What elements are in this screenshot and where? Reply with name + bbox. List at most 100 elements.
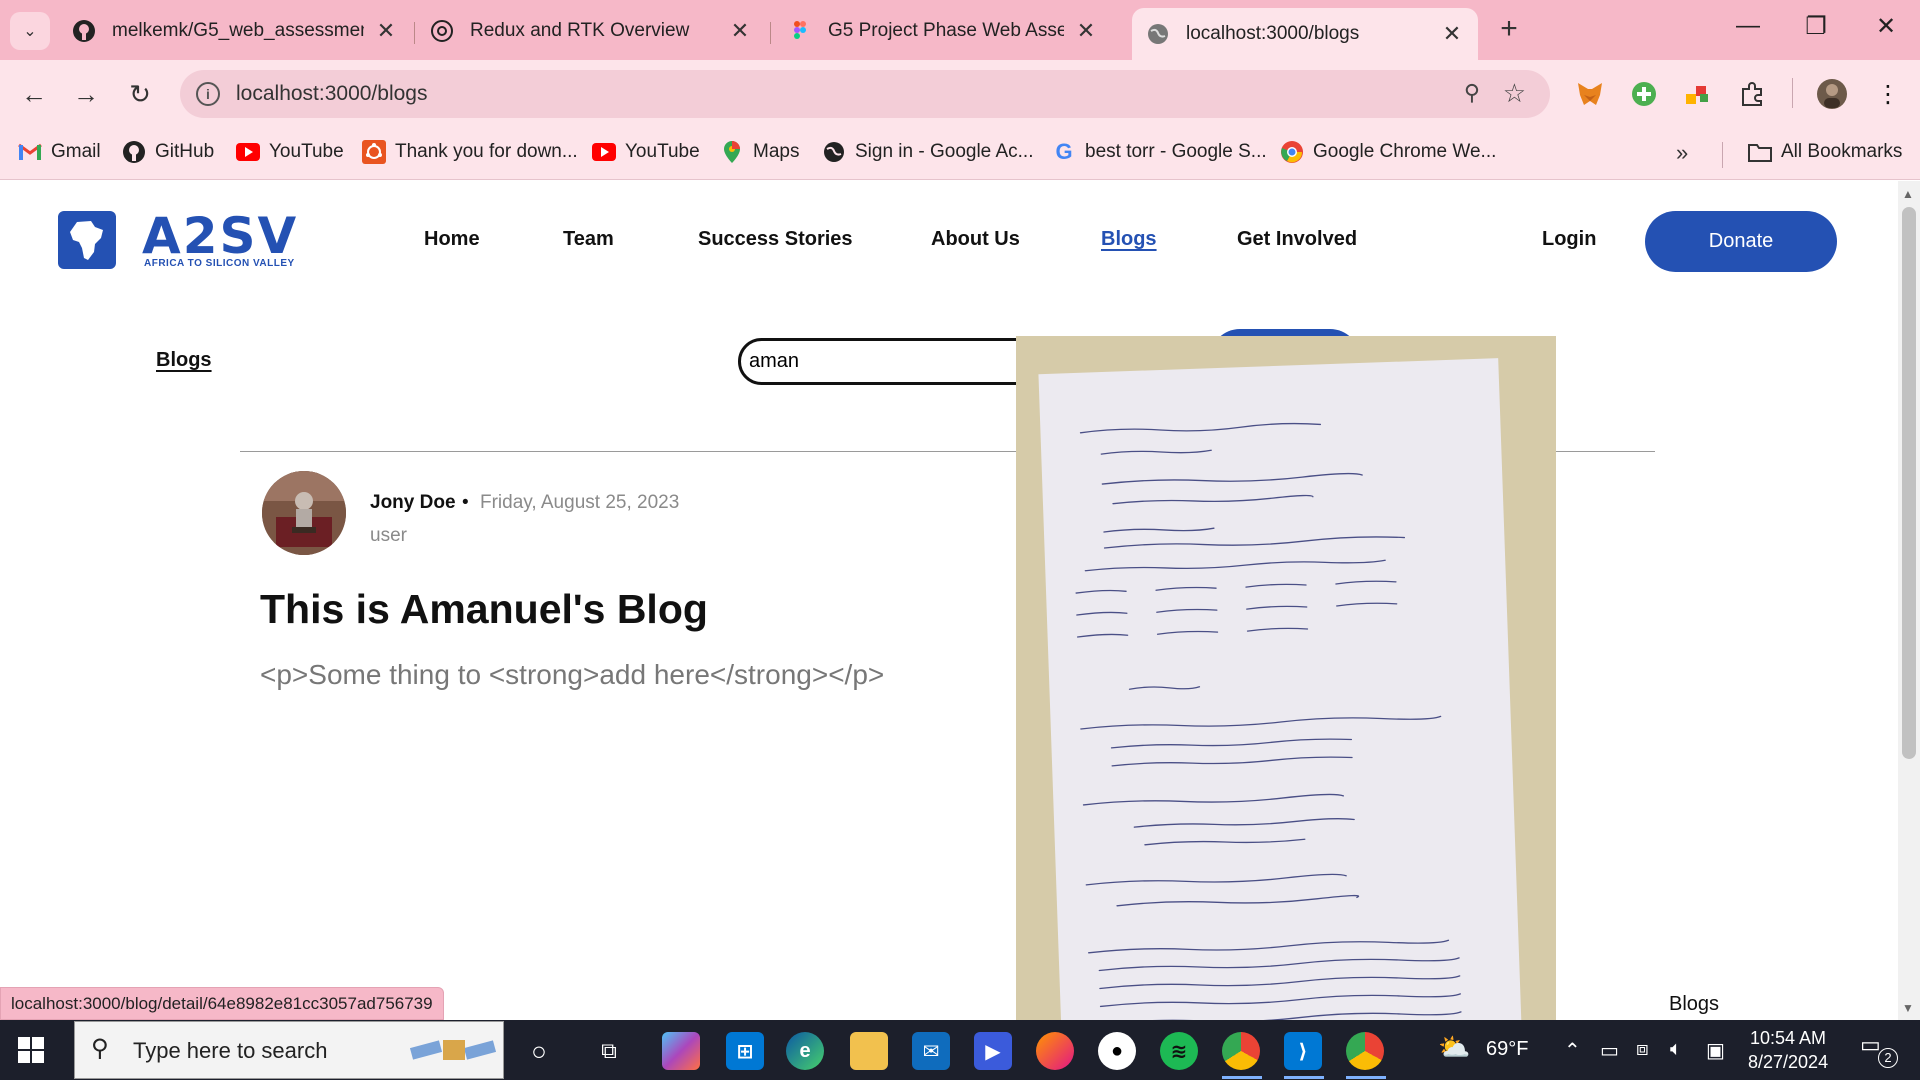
meet-now-icon[interactable]: ⧈ <box>1636 1038 1649 1061</box>
donate-button[interactable]: Donate <box>1645 211 1837 272</box>
copilot-icon[interactable] <box>662 1032 700 1070</box>
close-icon[interactable]: ✕ <box>374 18 398 44</box>
volume-icon[interactable]: 🔈︎ <box>1670 1038 1682 1061</box>
network-icon[interactable]: ▣ <box>1706 1038 1725 1063</box>
profile-avatar[interactable] <box>1814 76 1850 112</box>
nav-blogs[interactable]: Blogs <box>1101 228 1157 251</box>
back-icon[interactable]: ← <box>14 74 54 114</box>
mail-icon[interactable]: ✉ <box>912 1032 950 1070</box>
system-clock[interactable]: 10:54 AM 8/27/2024 <box>1748 1026 1828 1074</box>
github-desktop-icon[interactable]: ● <box>1098 1032 1136 1070</box>
nav-team[interactable]: Team <box>563 228 614 251</box>
notification-center-icon[interactable]: ▭ 2 <box>1860 1032 1898 1068</box>
close-icon[interactable]: ✕ <box>1074 18 1098 44</box>
bookmark-google-signin[interactable]: Sign in - Google Ac... <box>822 140 1034 164</box>
vscode-icon[interactable]: ⟩ <box>1284 1032 1322 1070</box>
taskbar-search-placeholder: Type here to search <box>133 1038 328 1063</box>
bookmark-gmail[interactable]: Gmail <box>18 140 101 164</box>
file-explorer-icon[interactable] <box>850 1032 888 1070</box>
cortana-icon[interactable]: ○ <box>520 1032 558 1070</box>
paper-sheet <box>1038 358 1522 1020</box>
address-bar[interactable]: i localhost:3000/blogs ⚲ ☆ <box>180 70 1550 118</box>
clock-time: 10:54 AM <box>1749 1028 1827 1048</box>
blogs-breadcrumb[interactable]: Blogs <box>156 349 212 372</box>
show-hidden-icons[interactable]: ⌃ <box>1564 1038 1581 1063</box>
bookmark-youtube[interactable]: YouTube <box>236 140 344 164</box>
tab-search-button[interactable]: ⌄ <box>10 12 50 50</box>
nav-about-us[interactable]: About Us <box>931 228 1020 251</box>
bookmark-github[interactable]: GitHub <box>122 140 214 164</box>
extension-plus-icon[interactable] <box>1626 76 1662 112</box>
close-window-icon[interactable]: ✕ <box>1866 12 1906 41</box>
chatgpt-icon <box>430 19 454 43</box>
chrome-profile-icon[interactable] <box>1346 1032 1384 1070</box>
forward-icon[interactable]: → <box>66 74 106 114</box>
address-url[interactable]: localhost:3000/blogs <box>236 82 427 106</box>
microsoft-store-icon[interactable]: ⊞ <box>726 1032 764 1070</box>
restore-icon[interactable]: ❐ <box>1796 12 1836 41</box>
metamask-icon[interactable] <box>1572 76 1608 112</box>
task-view-icon[interactable]: ⧉ <box>590 1032 628 1070</box>
scroll-up-icon[interactable]: ▲ <box>1902 187 1914 201</box>
more-bookmarks-button[interactable]: » <box>1676 140 1688 166</box>
bookmark-star-icon[interactable]: ☆ <box>1503 78 1526 109</box>
active-app-indicator <box>1346 1076 1386 1079</box>
login-link[interactable]: Login <box>1542 228 1596 251</box>
zoom-icon[interactable]: ⚲ <box>1464 80 1480 106</box>
tab-separator <box>414 22 415 44</box>
more-menu-icon[interactable]: ⋮ <box>1870 76 1906 112</box>
scrollbar-thumb[interactable] <box>1902 207 1916 759</box>
logo-africa-icon[interactable] <box>58 211 116 269</box>
figma-icon <box>788 19 812 43</box>
extensions-puzzle-icon[interactable] <box>1734 76 1770 112</box>
tab-localhost-blogs[interactable]: localhost:3000/blogs ✕ <box>1132 8 1478 60</box>
edge-icon[interactable]: e <box>786 1032 824 1070</box>
bookmark-maps[interactable]: Maps <box>720 140 799 164</box>
bookmark-chrome-web-store[interactable]: Google Chrome We... <box>1280 140 1496 164</box>
status-bar-url: localhost:3000/blog/detail/64e8982e81cc3… <box>0 987 444 1020</box>
youtube-icon <box>592 140 616 164</box>
tab-github[interactable]: melkemk/G5_web_assessment ✕ <box>58 8 412 54</box>
post-title[interactable]: This is Amanuel's Blog <box>260 586 708 633</box>
weather-temp[interactable]: 69°F <box>1486 1038 1528 1061</box>
page-scrollbar[interactable]: ▲ ▼ <box>1898 181 1920 1020</box>
tab-figma[interactable]: G5 Project Phase Web Assessme ✕ <box>774 8 1112 54</box>
scroll-down-icon[interactable]: ▼ <box>1902 1001 1914 1015</box>
bookmark-label: All Bookmarks <box>1781 141 1903 162</box>
windows-taskbar: ⚲ Type here to search ○ ⧉ ⊞ e ✉ ▶ ● ≋ ⟩ … <box>0 1020 1920 1080</box>
tab-separator <box>770 22 771 44</box>
firefox-icon[interactable] <box>1036 1032 1074 1070</box>
battery-icon[interactable]: ▭ <box>1600 1038 1619 1063</box>
tab-redux[interactable]: Redux and RTK Overview ✕ <box>416 8 766 54</box>
bookmark-youtube-2[interactable]: YouTube <box>592 140 700 164</box>
globe-icon <box>1146 22 1170 46</box>
bookmark-label: Gmail <box>51 141 101 162</box>
nav-success-stories[interactable]: Success Stories <box>698 228 853 251</box>
satellite-icon <box>409 1040 497 1060</box>
close-icon[interactable]: ✕ <box>728 18 752 44</box>
new-tab-button[interactable]: + <box>1494 12 1524 46</box>
logo-text[interactable]: A2SV <box>142 207 298 265</box>
chrome-icon[interactable] <box>1222 1032 1260 1070</box>
bookmark-label: Thank you for down... <box>395 141 578 162</box>
site-info-icon[interactable]: i <box>196 82 220 106</box>
nav-home[interactable]: Home <box>424 228 480 251</box>
nav-get-involved[interactable]: Get Involved <box>1237 228 1357 251</box>
close-icon[interactable]: ✕ <box>1440 21 1464 47</box>
taskbar-search[interactable]: ⚲ Type here to search <box>74 1021 504 1079</box>
color-picker-icon[interactable] <box>1680 76 1716 112</box>
weather-icon[interactable]: ⛅ <box>1438 1032 1470 1063</box>
active-app-indicator <box>1284 1076 1324 1079</box>
post-excerpt: <p>Some thing to <strong>add here</stron… <box>260 659 885 690</box>
windows-start-icon[interactable] <box>18 1037 44 1063</box>
bookmark-label: YouTube <box>269 141 344 162</box>
media-player-icon[interactable]: ▶ <box>974 1032 1012 1070</box>
all-bookmarks-button[interactable]: All Bookmarks <box>1748 140 1902 164</box>
bookmark-google-search[interactable]: G best torr - Google S... <box>1052 139 1266 164</box>
post-author[interactable]: Jony Doe <box>370 492 456 514</box>
bookmark-ubuntu[interactable]: Thank you for down... <box>362 140 578 164</box>
spotify-icon[interactable]: ≋ <box>1160 1032 1198 1070</box>
reload-icon[interactable]: ↻ <box>120 74 160 114</box>
minimize-icon[interactable]: — <box>1728 12 1768 40</box>
author-avatar[interactable] <box>262 471 346 555</box>
